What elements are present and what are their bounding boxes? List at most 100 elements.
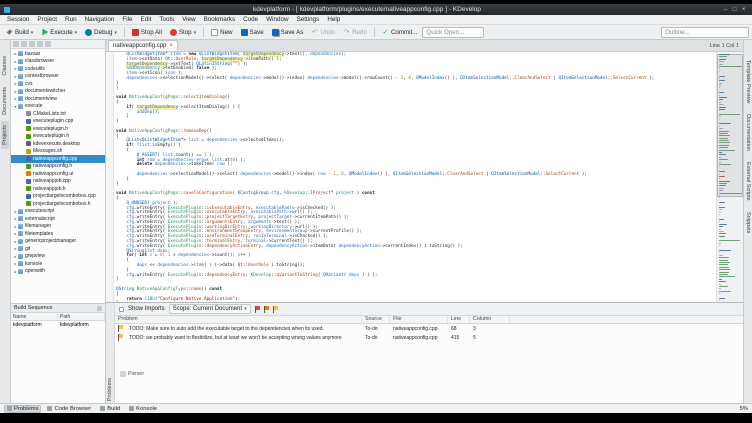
code-area[interactable]: QListWidgetItem* item = new QListWidgetI…	[114, 52, 716, 302]
problems-column-file[interactable]: File	[390, 316, 448, 323]
tree-item-contextbrowser[interactable]: contextbrowser	[11, 73, 105, 81]
build-sequence-column-path[interactable]: Path	[58, 313, 105, 320]
menu-navigation[interactable]: Navigation	[81, 16, 119, 23]
tree-item-filemanager[interactable]: filemanager	[11, 223, 105, 231]
warning-flag-icon[interactable]	[263, 305, 269, 313]
redo-button[interactable]: Redo	[340, 28, 370, 37]
tree-item-grepview[interactable]: grepview	[11, 253, 105, 261]
tree-item-cvs[interactable]: cvs	[11, 80, 105, 88]
tree-item-filetemplates[interactable]: filetemplates	[11, 230, 105, 238]
tree-item-projecttargetscombobox-h[interactable]: projecttargetscombobox.h	[11, 200, 105, 208]
close-window-icon[interactable]	[739, 7, 748, 13]
projects-toolbar-icon[interactable]	[29, 41, 35, 47]
tree-item-projecttargetscombobox-cpp[interactable]: projecttargetscombobox.cpp	[11, 193, 105, 201]
menu-code[interactable]: Code	[239, 16, 262, 23]
problems-column-line[interactable]: Line	[448, 316, 470, 323]
projects-toolbar-icon[interactable]	[13, 41, 19, 47]
menu-tools[interactable]: Tools	[155, 16, 178, 23]
stop-all-button[interactable]: Stop All	[129, 28, 165, 37]
tree-item-execute[interactable]: execute	[11, 103, 105, 111]
debug-button[interactable]: Debug	[82, 28, 120, 37]
statusbar-button-problems[interactable]: Problems	[4, 404, 42, 413]
show-imports-label[interactable]: Show Imports	[128, 306, 165, 312]
menu-project[interactable]: Project	[33, 16, 61, 23]
tree-item-documentswitcher[interactable]: documentswitcher	[11, 88, 105, 96]
tree-item-executescript[interactable]: executescript	[11, 208, 105, 216]
tree-item-nativeappconfig-h[interactable]: nativeappconfig.h	[11, 163, 105, 171]
tree-item-messages-sh[interactable]: Messages.sh	[11, 148, 105, 156]
build-button[interactable]: Build	[3, 28, 36, 37]
save-button[interactable]: Save	[238, 28, 267, 37]
build-sequence-column-name[interactable]: Name	[11, 313, 58, 320]
commit-button[interactable]: Commit...	[379, 28, 420, 37]
editor-tab[interactable]: nativeappconfig.cpp	[108, 40, 178, 51]
tree-item-nativeappjob-h[interactable]: nativeappjob.h	[11, 185, 105, 193]
menu-window[interactable]: Window	[262, 16, 292, 23]
tree-item-classbrowser[interactable]: classbrowser	[11, 58, 105, 66]
build-sequence-menu-icon[interactable]	[97, 305, 102, 311]
tree-item-executeplugin-cpp[interactable]: executeplugin.cpp	[11, 118, 105, 126]
dock-tab-template-preview[interactable]: Template Preview	[744, 56, 752, 107]
tree-item-openwith[interactable]: openwith	[11, 268, 105, 276]
menu-edit[interactable]: Edit	[137, 16, 156, 23]
tree-item-label: nativeappjob.h	[33, 185, 66, 192]
projects-toolbar-icon[interactable]	[45, 41, 51, 47]
dock-tab-documentation[interactable]: Documentation	[744, 110, 752, 155]
statusbar-button-build[interactable]: Build	[97, 405, 123, 413]
tree-item-konsole[interactable]: konsole	[11, 260, 105, 268]
menu-view[interactable]: View	[178, 16, 200, 23]
problem-row[interactable]: TODO: we probably want to flexibilize, b…	[115, 333, 743, 342]
problems-column-column[interactable]: Column	[470, 316, 510, 323]
new-button[interactable]: New	[208, 28, 235, 37]
save-as-button[interactable]: Save As	[269, 28, 307, 37]
build-sequence-row[interactable]: kdevplatform kdevplatform	[11, 321, 105, 329]
menu-session[interactable]: Session	[3, 16, 33, 23]
maximize-button-icon[interactable]	[730, 7, 739, 13]
tree-item-kdevexecute-desktop[interactable]: kdevexecute.desktop	[11, 140, 105, 148]
problems-column-source[interactable]: Source	[362, 316, 390, 323]
dock-tab-documents[interactable]: Documents	[1, 83, 9, 119]
statusbar-button-code-browser[interactable]: Code Browser	[44, 405, 94, 413]
hint-flag-icon[interactable]	[272, 305, 278, 313]
projects-toolbar-icon[interactable]	[37, 41, 43, 47]
tree-item-nativeappconfig-ui[interactable]: nativeappconfig.ui	[11, 170, 105, 178]
tree-item-nativeappjob-cpp[interactable]: nativeappjob.cpp	[11, 178, 105, 186]
error-flag-icon[interactable]	[254, 305, 260, 313]
tree-item-genericprojectmanager[interactable]: genericprojectmanager	[11, 238, 105, 246]
close-tab-icon[interactable]	[169, 43, 173, 49]
scope-dropdown[interactable]: Scope: Current Document	[168, 304, 251, 314]
stop-button[interactable]: Stop	[167, 28, 199, 37]
tree-item-iexecuteplugin-h[interactable]: iexecuteplugin.h	[11, 133, 105, 141]
quick-open-field[interactable]: Quick Open...	[422, 26, 485, 38]
tree-item-cmakelists-txt[interactable]: CMakeLists.txt	[11, 110, 105, 118]
dock-tab-snippets[interactable]: Snippets	[744, 208, 752, 237]
menu-bookmarks[interactable]: Bookmarks	[200, 16, 240, 23]
tree-item-bazaar[interactable]: bazaar	[11, 50, 105, 58]
execute-button[interactable]: Execute	[38, 28, 80, 37]
dock-tab-classes[interactable]: Classes	[1, 52, 9, 80]
tree-item-codeutils[interactable]: codeutils	[11, 65, 105, 73]
dock-tab-projects[interactable]: Projects	[1, 121, 9, 150]
projects-toolbar-icon[interactable]	[21, 41, 27, 47]
menu-run[interactable]: Run	[61, 16, 81, 23]
outline-field[interactable]: Outline...	[661, 26, 749, 38]
undo-button[interactable]: Undo	[308, 28, 338, 37]
tree-item-documentview[interactable]: documentview	[11, 95, 105, 103]
menu-settings[interactable]: Settings	[293, 16, 324, 23]
statusbar-button-konsole[interactable]: Konsole	[126, 405, 160, 413]
problem-row[interactable]: TODO: Make sure to auto add the executab…	[115, 324, 743, 333]
tree-item-git[interactable]: git	[11, 245, 105, 253]
problems-column-problem[interactable]: Problem	[115, 316, 362, 323]
toolbar-separator	[203, 27, 205, 37]
menu-help[interactable]: Help	[323, 16, 344, 23]
minimap-scrollbar[interactable]	[716, 52, 743, 302]
tree-item-nativeappconfig-cpp[interactable]: nativeappconfig.cpp	[11, 155, 105, 163]
code-line[interactable]: dependencies->selectionModel()->select( …	[116, 76, 716, 82]
minimize-button-icon[interactable]	[721, 7, 730, 13]
tree-item-executeplugin-h[interactable]: executeplugin.h	[11, 125, 105, 133]
dock-tab-external-scripts[interactable]: External Scripts	[744, 158, 752, 205]
tree-item-externalscript[interactable]: externalscript	[11, 215, 105, 223]
minimap-viewport[interactable]	[717, 54, 743, 197]
show-imports-checkbox[interactable]	[119, 306, 124, 312]
menu-file[interactable]: File	[118, 16, 136, 23]
